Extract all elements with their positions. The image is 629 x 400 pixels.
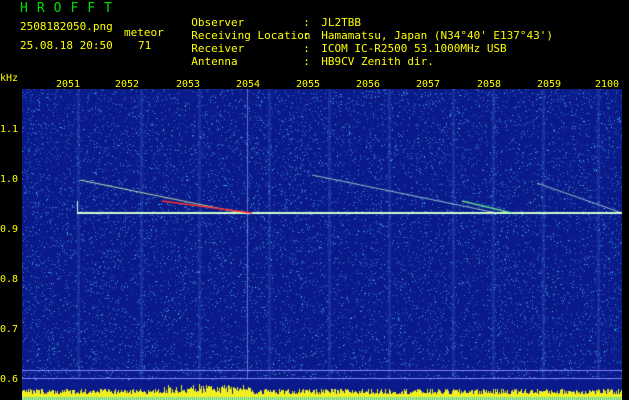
y-tick-label: 0.6	[0, 374, 19, 385]
meteor-count: 71	[138, 39, 152, 52]
spectrogram-plot	[22, 89, 622, 400]
datetime: 25.08.18 20:50	[20, 39, 113, 52]
y-tick-label: 1.0	[0, 174, 19, 185]
info-label: Antenna	[191, 55, 238, 68]
y-tick-label: 0.8	[0, 274, 19, 285]
info-value: HB9CV Zenith dir.	[321, 55, 434, 68]
y-tick-label: 0.7	[0, 324, 19, 335]
filename: 2508182050.png	[20, 20, 113, 33]
meteor-label: meteor	[124, 26, 164, 39]
info-antenna: Antenna: HB9CV Zenith dir.	[191, 55, 434, 68]
y-unit-label: kHz	[0, 73, 19, 84]
app-title: HROFFT	[20, 1, 121, 16]
y-tick-label: 0.9	[0, 224, 19, 235]
y-tick-label: 1.1	[0, 124, 19, 135]
